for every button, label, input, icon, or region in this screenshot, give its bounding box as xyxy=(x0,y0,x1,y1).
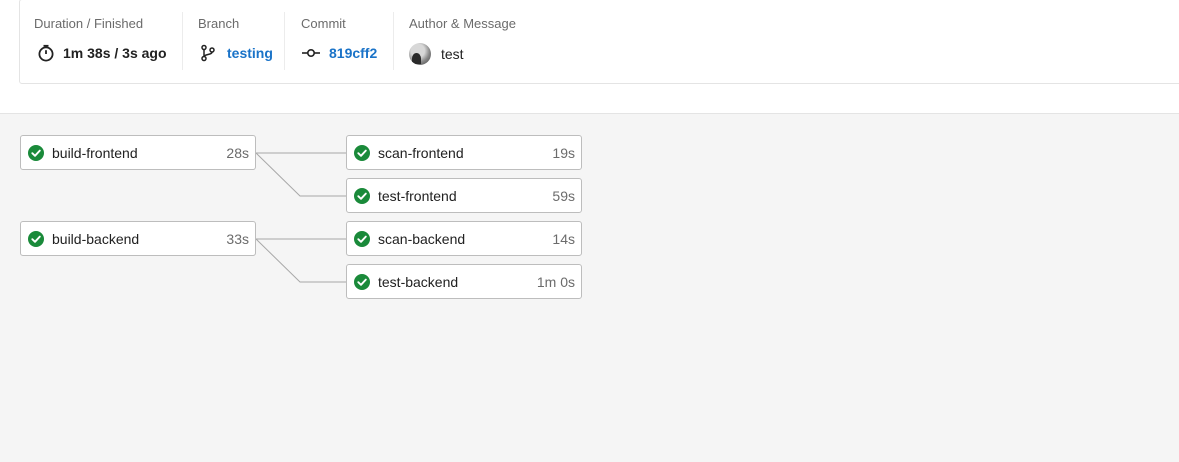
job-duration: 28s xyxy=(226,145,249,161)
job-name: build-frontend xyxy=(52,145,138,161)
job-test-frontend[interactable]: test-frontend 59s xyxy=(346,178,582,213)
success-check-icon xyxy=(28,145,44,161)
job-duration: 14s xyxy=(552,231,575,247)
job-scan-frontend[interactable]: scan-frontend 19s xyxy=(346,135,582,170)
job-test-backend[interactable]: test-backend 1m 0s xyxy=(346,264,582,299)
job-build-frontend[interactable]: build-frontend 28s xyxy=(20,135,256,170)
job-duration: 33s xyxy=(226,231,249,247)
job-name: test-backend xyxy=(378,274,459,290)
success-check-icon xyxy=(354,231,370,247)
success-check-icon xyxy=(354,188,370,204)
job-build-backend[interactable]: build-backend 33s xyxy=(20,221,256,256)
success-check-icon xyxy=(28,231,44,247)
job-name: scan-backend xyxy=(378,231,466,247)
job-duration: 1m 0s xyxy=(536,274,575,290)
job-duration: 59s xyxy=(552,188,575,204)
success-check-icon xyxy=(354,274,370,290)
job-duration: 19s xyxy=(552,145,575,161)
success-check-icon xyxy=(354,145,370,161)
job-name: build-backend xyxy=(52,231,140,247)
connector-build-frontend-test-frontend xyxy=(255,152,346,197)
job-name: test-frontend xyxy=(378,188,457,204)
connector-build-backend-test-backend xyxy=(255,238,346,283)
job-scan-backend[interactable]: scan-backend 14s xyxy=(346,221,582,256)
job-name: scan-frontend xyxy=(378,145,464,161)
